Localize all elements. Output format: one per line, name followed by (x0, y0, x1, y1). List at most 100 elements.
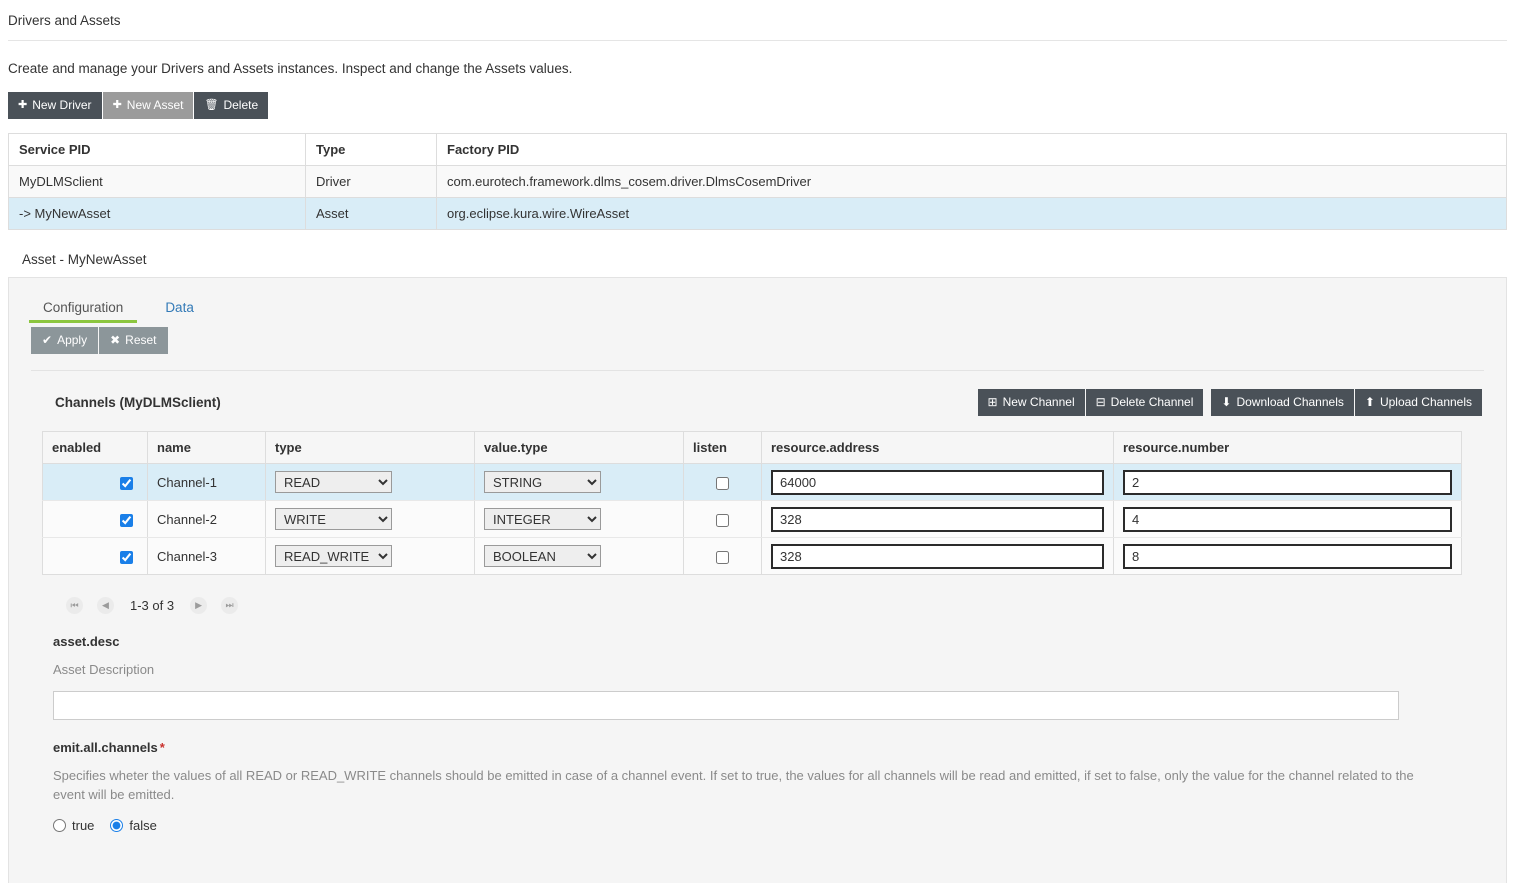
cell-factory-pid: com.eurotech.framework.dlms_cosem.driver… (436, 165, 1507, 198)
channel-value-type-select[interactable]: INTEGER (484, 508, 601, 530)
channels-header-resource-number: resource.number (1113, 431, 1462, 464)
check-icon: ✔ (42, 333, 53, 347)
download-channels-label: Download Channels (1236, 395, 1344, 409)
asset-panel: Configuration Data ✔ Apply ✖ Reset Chann… (8, 277, 1507, 883)
emit-all-channels-label: emit.all.channels * (53, 720, 1484, 755)
radio-option-false[interactable]: false (110, 818, 157, 833)
channel-enabled-checkbox[interactable] (120, 550, 133, 564)
channel-listen-checkbox[interactable] (716, 476, 729, 490)
next-page-icon[interactable]: ▶ (190, 597, 208, 614)
resource-address-input[interactable] (771, 506, 1104, 532)
emit-all-channels-name: emit.all.channels (53, 740, 158, 755)
channels-header-name: name (147, 431, 266, 464)
pid-header-factory-pid: Factory PID (436, 133, 1507, 166)
resource-number-input[interactable] (1123, 469, 1452, 495)
cell-listen (683, 463, 762, 501)
channels-header: Channels (MyDLMSclient) ⊞ New Channel ⊟ … (9, 371, 1506, 416)
pid-table-header-row: Service PID Type Factory PID (8, 133, 1507, 166)
cell-channel-type: READ_WRITE (265, 537, 475, 575)
table-row[interactable]: MyDLMSclient Driver com.eurotech.framewo… (8, 165, 1507, 198)
channel-io-group: ⬇ Download Channels ⬆ Upload Channels (1211, 389, 1482, 416)
plus-icon: ✚ (112, 98, 122, 111)
cell-resource-number (1113, 500, 1462, 538)
first-page-icon[interactable]: ⏮ (66, 597, 83, 614)
channels-button-bar: ⊞ New Channel ⊟ Delete Channel ⬇ Downloa… (977, 389, 1482, 416)
cell-enabled (42, 500, 148, 538)
cell-enabled (42, 463, 148, 501)
cell-listen (683, 500, 762, 538)
pid-header-type: Type (305, 133, 437, 166)
delete-button[interactable]: 🗑 Delete (193, 92, 269, 119)
channel-type-select[interactable]: WRITE (275, 508, 392, 530)
new-driver-button[interactable]: ✚ New Driver (8, 92, 102, 119)
cell-type: Asset (305, 197, 437, 230)
pid-table: Service PID Type Factory PID MyDLMSclien… (8, 133, 1507, 230)
cell-channel-type: READ (265, 463, 475, 501)
resource-address-input[interactable] (771, 543, 1104, 569)
plus-square-icon: ⊞ (987, 395, 998, 409)
cell-resource-address (761, 500, 1114, 538)
radio-option-true[interactable]: true (53, 818, 94, 833)
cell-channel-name: Channel-1 (147, 463, 266, 501)
table-row[interactable]: Channel-3 READ_WRITE BOOLEAN (42, 537, 1462, 575)
cell-channel-value-type: INTEGER (474, 500, 684, 538)
resource-number-input[interactable] (1123, 543, 1452, 569)
cross-icon: ✖ (110, 333, 121, 347)
emit-all-channels-radio-group: true false (53, 804, 1484, 833)
resource-number-input[interactable] (1123, 506, 1452, 532)
cell-channel-name: Channel-3 (147, 537, 266, 575)
last-page-icon[interactable]: ⏭ (221, 597, 239, 614)
cell-type: Driver (305, 165, 437, 198)
emit-all-channels-help: Specifies wheter the values of all READ … (53, 768, 1414, 802)
emit-false-radio[interactable] (110, 819, 124, 832)
new-channel-button[interactable]: ⊞ New Channel (977, 389, 1085, 416)
channel-type-select[interactable]: READ (275, 471, 392, 493)
emit-true-radio[interactable] (53, 819, 66, 832)
cell-service-pid: MyDLMSclient (8, 165, 306, 198)
field-emit-all-channels: emit.all.channels * Specifies wheter the … (9, 720, 1506, 833)
channels-table: enabled name type value.type listen reso… (42, 431, 1462, 575)
download-channels-button[interactable]: ⬇ Download Channels (1211, 389, 1354, 416)
resource-address-input[interactable] (771, 469, 1104, 495)
trash-icon: 🗑 (204, 98, 219, 111)
channel-listen-checkbox[interactable] (716, 513, 729, 527)
prev-page-icon[interactable]: ◀ (97, 597, 114, 614)
apply-label: Apply (57, 333, 88, 347)
page-subtitle: Create and manage your Drivers and Asset… (8, 61, 573, 76)
new-channel-label: New Channel (1002, 395, 1075, 409)
tab-configuration[interactable]: Configuration (29, 296, 138, 323)
channel-enabled-checkbox[interactable] (120, 476, 133, 490)
radio-true-label: true (72, 818, 95, 833)
delete-channel-label: Delete Channel (1110, 395, 1194, 409)
cell-channel-name: Channel-2 (147, 500, 266, 538)
apply-button[interactable]: ✔ Apply (31, 327, 99, 354)
table-row[interactable]: Channel-2 WRITE INTEGER (42, 500, 1462, 538)
cell-resource-number (1113, 537, 1462, 575)
channels-header-row: enabled name type value.type listen reso… (42, 431, 1462, 464)
upload-channels-button[interactable]: ⬆ Upload Channels (1353, 389, 1482, 416)
delete-channel-button[interactable]: ⊟ Delete Channel (1084, 389, 1204, 416)
cell-resource-address (761, 537, 1114, 575)
table-row[interactable]: Channel-1 READ STRING (42, 463, 1462, 501)
reset-label: Reset (125, 333, 157, 347)
cell-resource-number (1113, 463, 1462, 501)
pid-header-service-pid: Service PID (8, 133, 306, 166)
tab-data[interactable]: Data (151, 296, 208, 323)
reset-button[interactable]: ✖ Reset (98, 327, 168, 354)
tab-bar: Configuration Data (9, 278, 1506, 323)
cell-listen (683, 537, 762, 575)
upload-icon: ⬆ (1364, 395, 1375, 409)
channel-type-select[interactable]: READ_WRITE (275, 545, 392, 567)
header-divider (8, 40, 1507, 41)
channel-value-type-select[interactable]: STRING (484, 471, 601, 493)
cell-channel-type: WRITE (265, 500, 475, 538)
table-row[interactable]: -> MyNewAsset Asset org.eclipse.kura.wir… (8, 197, 1507, 230)
channel-listen-checkbox[interactable] (716, 550, 729, 564)
page-header: Drivers and Assets (0, 0, 1515, 49)
tab-data-label: Data (165, 300, 194, 315)
new-asset-button[interactable]: ✚ New Asset (101, 92, 194, 119)
minus-square-icon: ⊟ (1095, 395, 1106, 409)
channel-value-type-select[interactable]: BOOLEAN (484, 545, 601, 567)
channel-enabled-checkbox[interactable] (120, 513, 133, 527)
asset-desc-input[interactable] (53, 691, 1399, 720)
